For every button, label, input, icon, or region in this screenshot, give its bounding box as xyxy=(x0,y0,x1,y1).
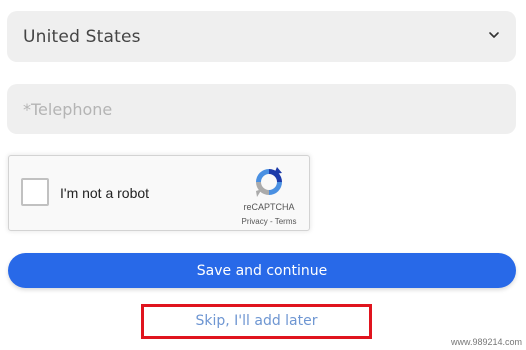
recaptcha-label: I'm not a robot xyxy=(60,185,150,201)
save-and-continue-button[interactable]: Save and continue xyxy=(8,253,516,288)
recaptcha-checkbox[interactable] xyxy=(21,178,49,206)
recaptcha-links: Privacy - Terms xyxy=(231,217,307,226)
recaptcha-logo-icon xyxy=(256,167,282,197)
country-select[interactable]: United States xyxy=(7,11,516,62)
recaptcha-terms-link[interactable]: Terms xyxy=(275,217,297,226)
recaptcha-widget: I'm not a robot reCAPTCHA Privacy - Term… xyxy=(8,155,310,231)
recaptcha-privacy-link[interactable]: Privacy xyxy=(242,217,268,226)
country-select-value: United States xyxy=(23,27,141,47)
chevron-down-icon xyxy=(489,32,499,38)
recaptcha-brand: reCAPTCHA xyxy=(243,202,295,212)
recaptcha-link-separator: - xyxy=(267,217,275,226)
signup-form-page: United States I'm not a robot reCAPTCHA … xyxy=(0,0,526,350)
watermark-text: www.989214.com xyxy=(450,337,522,347)
skip-link[interactable]: Skip, I'll add later xyxy=(141,304,372,339)
telephone-input[interactable] xyxy=(7,84,516,134)
